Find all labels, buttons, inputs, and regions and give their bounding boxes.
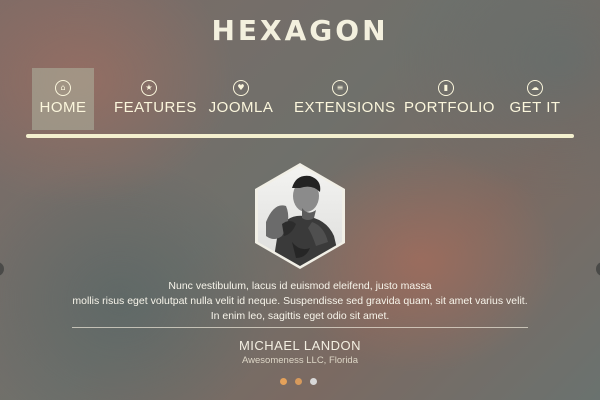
nav-label-extensions: EXTENSIONS	[294, 99, 396, 116]
testimonial-company: Awesomeness LLC, Florida	[242, 355, 358, 366]
quote-line: Nunc vestibulum, lacus id euismod eleife…	[168, 280, 432, 292]
nav-item-features[interactable]: ★ FEATURES	[114, 68, 197, 130]
slider-pagination	[280, 378, 322, 386]
nav-label-features: FEATURES	[114, 99, 197, 116]
heart-icon: ♥	[233, 80, 249, 96]
nav-item-get-it[interactable]: ☁ GET IT	[502, 68, 568, 130]
slider-dot[interactable]	[295, 378, 302, 385]
quote-line: mollis risus eget volutpat nulla velit i…	[72, 295, 528, 307]
nav-label-joomla: JOOMLA	[208, 99, 274, 116]
slider-dot[interactable]	[310, 378, 317, 385]
testimonial-avatar	[252, 162, 348, 270]
nav-item-extensions[interactable]: ≡ EXTENSIONS	[294, 68, 396, 130]
main-nav: ⌂ HOME ★ FEATURES ♥ JOOMLA ≡ EXTENSIONS …	[22, 68, 578, 130]
nav-divider	[26, 134, 574, 138]
list-icon: ≡	[332, 80, 348, 96]
bookmark-icon: ▮	[438, 80, 454, 96]
home-icon: ⌂	[55, 80, 71, 96]
nav-item-joomla[interactable]: ♥ JOOMLA	[206, 68, 276, 130]
testimonial-author: MICHAEL LANDON	[238, 338, 362, 353]
site-logo[interactable]: HEXAGON	[0, 14, 600, 47]
nav-label-portfolio: PORTFOLIO	[404, 99, 495, 116]
nav-item-home[interactable]: ⌂ HOME	[32, 68, 94, 130]
nav-label-get-it: GET IT	[509, 99, 561, 116]
download-cloud-icon: ☁	[527, 80, 543, 96]
testimonial-quote: Nunc vestibulum, lacus id euismod eleife…	[40, 279, 560, 324]
slider-dot[interactable]	[280, 378, 287, 385]
nav-label-home: HOME	[39, 99, 87, 116]
prev-slide-handle[interactable]	[0, 262, 4, 276]
next-slide-handle[interactable]	[596, 262, 600, 276]
testimonial-divider	[72, 327, 528, 328]
hexagon-portrait	[255, 163, 345, 269]
nav-item-portfolio[interactable]: ▮ PORTFOLIO	[404, 68, 495, 130]
star-icon: ★	[141, 80, 157, 96]
quote-line: In enim leo, sagittis eget odio sit amet…	[210, 310, 390, 322]
